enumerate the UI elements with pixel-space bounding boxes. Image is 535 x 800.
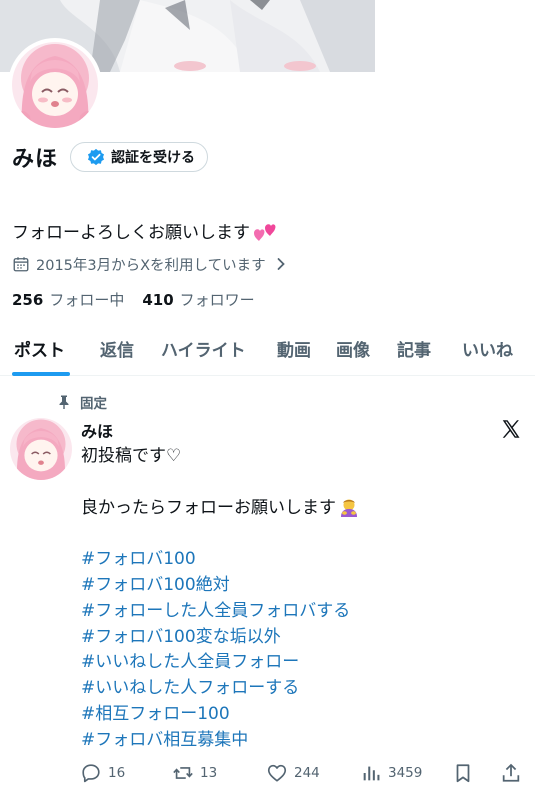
chevron-right-icon	[277, 258, 285, 270]
reply-count: 16	[108, 765, 126, 781]
reply-icon	[82, 764, 100, 783]
joined-text: 2015年3月からXを利用しています	[36, 257, 266, 274]
get-verified-label: 認証を受ける	[111, 150, 196, 166]
like-count: 244	[294, 765, 320, 781]
like-icon	[267, 764, 287, 782]
reply-button[interactable]: 16	[80, 760, 125, 786]
pin-icon	[59, 395, 69, 409]
post-action-bar: 16 13 244 3459	[0, 760, 535, 788]
tab-posts[interactable]: ポスト	[14, 336, 65, 361]
follow-stats: 256 フォロー中 410 フォロワー	[12, 289, 267, 310]
post-line-blank	[81, 521, 521, 547]
tab-likes[interactable]: いいね	[462, 336, 513, 361]
profile-page: みほ 認証を受ける フォローよろしくお願いします 2015年3月からXを利用して…	[0, 0, 535, 800]
name-row: みほ 認証を受ける	[12, 140, 209, 174]
view-count: 3459	[388, 765, 423, 781]
profile-tabs: ポスト 返信 ハイライト 動画 画像 記事 いいね	[0, 328, 535, 376]
calendar-icon	[13, 257, 29, 272]
get-verified-button[interactable]: 認証を受ける	[70, 142, 209, 172]
following-label[interactable]: フォロー中	[49, 289, 124, 310]
verified-badge-icon	[87, 148, 105, 166]
views-icon	[363, 766, 380, 781]
tab-articles[interactable]: 記事	[397, 336, 431, 361]
like-button[interactable]: 244	[266, 760, 320, 786]
share-button[interactable]	[500, 760, 522, 786]
hashtag-link[interactable]: #フォロバ100絶対	[81, 573, 521, 599]
joined-date[interactable]: 2015年3月からXを利用しています	[12, 252, 288, 276]
followers-count[interactable]: 410	[142, 291, 173, 309]
pinned-label: 固定	[80, 396, 107, 412]
hashtag-link[interactable]: #フォロバ100変な垢以外	[81, 625, 521, 651]
post-line-blank	[81, 470, 521, 496]
hashtag-link[interactable]: #フォロバ100	[81, 547, 521, 573]
hashtag-link[interactable]: #フォロバ相互募集中	[81, 728, 521, 754]
repost-button[interactable]: 13	[172, 760, 217, 786]
avatar-image	[12, 42, 98, 128]
active-tab-indicator	[12, 372, 70, 376]
hashtag-link[interactable]: #いいねした人フォローする	[81, 676, 521, 702]
bookmark-icon	[456, 764, 470, 783]
hashtag-link[interactable]: #フォローした人全員フォロバする	[81, 599, 521, 625]
tab-highlights[interactable]: ハイライト	[161, 336, 246, 361]
profile-bio: フォローよろしくお願いします	[12, 218, 276, 243]
tab-replies[interactable]: 返信	[100, 336, 134, 361]
followers-label[interactable]: フォロワー	[180, 289, 255, 310]
display-name: みほ	[12, 147, 59, 172]
bio-text: フォローよろしくお願いします	[12, 223, 250, 243]
profile-avatar[interactable]	[8, 38, 102, 132]
post-line: 良かったらフォローお願いします	[81, 496, 521, 522]
hashtag-link[interactable]: #いいねした人全員フォロー	[81, 650, 521, 676]
bookmark-button[interactable]	[452, 760, 474, 786]
pinned-indicator: 固定	[56, 392, 107, 412]
post-line-text: 良かったらフォローお願いします	[81, 497, 336, 518]
share-icon	[502, 763, 520, 782]
x-logo-icon	[502, 420, 520, 438]
post-author-name[interactable]: みほ	[81, 418, 113, 442]
following-count[interactable]: 256	[12, 291, 43, 309]
post-author-avatar[interactable]	[10, 418, 72, 480]
views-button[interactable]: 3459	[360, 760, 422, 786]
post-line: 初投稿です♡	[81, 446, 182, 466]
repost-count: 13	[200, 765, 218, 781]
hashtag-link[interactable]: #相互フォロー100	[81, 702, 521, 728]
repost-icon	[173, 767, 193, 779]
two-hearts-emoji-icon	[254, 223, 276, 241]
bowing-person-emoji-icon	[341, 499, 357, 518]
tab-videos[interactable]: 動画	[277, 336, 311, 361]
post-text: 初投稿です♡ 良かったらフォローお願いします #フォロバ100 #フォロバ100…	[81, 444, 521, 754]
tab-media[interactable]: 画像	[336, 336, 370, 361]
